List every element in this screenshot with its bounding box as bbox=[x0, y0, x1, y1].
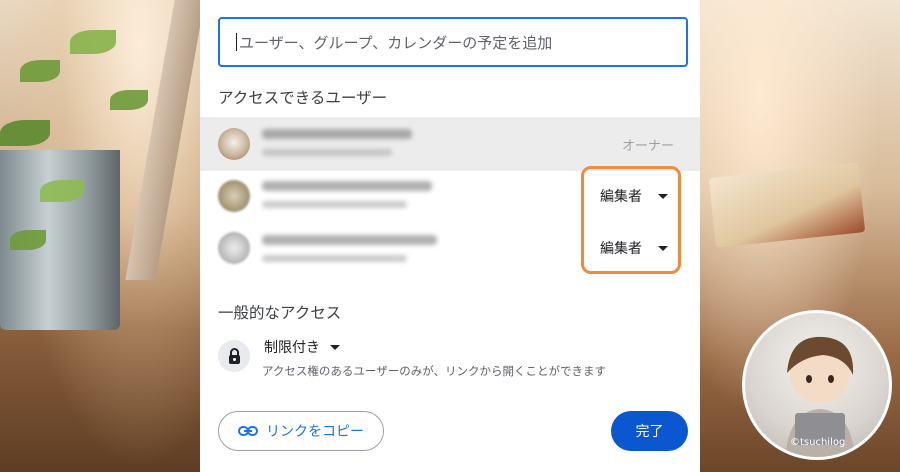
done-button[interactable]: 完了 bbox=[611, 411, 688, 451]
link-icon bbox=[238, 426, 258, 436]
plant-leaf bbox=[110, 90, 148, 110]
general-access-title: 一般的なアクセス bbox=[218, 304, 342, 322]
editor-2-avatar bbox=[218, 232, 250, 264]
lock-glyph bbox=[228, 347, 240, 364]
owner-email-redacted bbox=[262, 149, 392, 156]
owner-avatar bbox=[218, 128, 250, 160]
general-access-value: 制限付き bbox=[264, 340, 320, 356]
text-cursor bbox=[236, 33, 237, 51]
editor-1-avatar bbox=[218, 180, 250, 212]
person-row-owner: オーナー bbox=[200, 117, 700, 171]
dropdown-arrow-icon bbox=[330, 344, 340, 350]
add-people-input[interactable]: ユーザー、グループ、カレンダーの予定を追加 bbox=[218, 17, 688, 67]
editor-2-email-redacted bbox=[262, 255, 407, 262]
editor-2-name-redacted bbox=[262, 235, 437, 245]
copy-link-button[interactable]: リンクをコピー bbox=[218, 411, 384, 451]
owner-role-label: オーナー bbox=[621, 139, 674, 154]
lock-icon bbox=[218, 340, 250, 372]
done-label: 完了 bbox=[635, 424, 664, 440]
plant-leaf bbox=[0, 120, 50, 146]
owner-name-redacted bbox=[262, 129, 412, 139]
watermark-text: ©tsuchilog bbox=[790, 437, 846, 448]
plant-leaf bbox=[10, 230, 46, 250]
plant-leaf bbox=[70, 30, 116, 54]
plant-leaf bbox=[40, 180, 84, 202]
add-people-placeholder: ユーザー、グループ、カレンダーの予定を追加 bbox=[239, 33, 553, 52]
editor-1-email-redacted bbox=[262, 201, 407, 208]
access-section-title: アクセスできるユーザー bbox=[218, 89, 388, 107]
general-access-description: アクセス権のあるユーザーのみが、リンクから開くことができます bbox=[262, 364, 606, 378]
share-dialog: ユーザー、グループ、カレンダーの予定を追加 アクセスできるユーザー オーナー 編… bbox=[200, 0, 700, 472]
role-highlight-annotation bbox=[581, 166, 681, 274]
editor-1-name-redacted bbox=[262, 181, 432, 191]
plant-leaf bbox=[20, 60, 60, 82]
general-access-dropdown[interactable]: 制限付き bbox=[264, 337, 340, 357]
copy-link-label: リンクをコピー bbox=[266, 424, 364, 440]
